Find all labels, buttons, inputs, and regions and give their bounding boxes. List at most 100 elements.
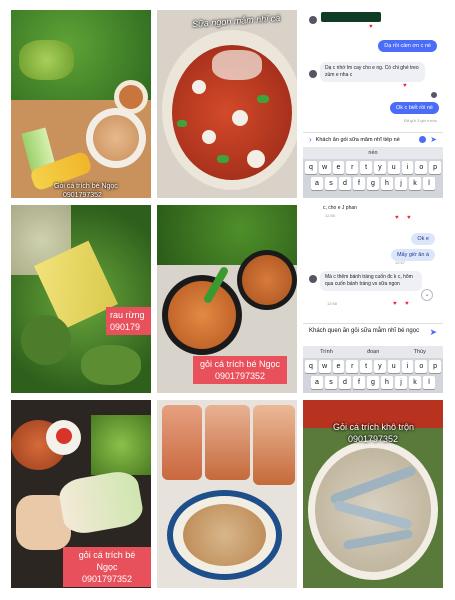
key[interactable]: l	[423, 376, 435, 389]
caption-name: Gỏi cá trích khô trộn	[333, 422, 415, 432]
key[interactable]: r	[346, 360, 359, 373]
avatar	[309, 70, 317, 78]
key[interactable]: q	[305, 360, 317, 373]
key[interactable]: w	[318, 161, 331, 174]
label-line: 0901797352	[214, 371, 266, 381]
chevron-right-icon[interactable]: ›	[309, 135, 312, 144]
send-icon[interactable]: ➤	[430, 135, 437, 144]
label-line: 0901797352	[81, 574, 133, 584]
caption-phone: 0901797352	[63, 192, 102, 198]
label-line: gỏi cá trích bé Ngọc	[199, 359, 281, 369]
photo-tile-fish-salad: Gỏi cá trích khô trộn 0901797352	[303, 400, 443, 588]
photo-tile-bowls: gỏi cá trích bé Ngọc 0901797352	[157, 205, 297, 393]
photo-tile-roll: gỏi cá trích bé Ngọc 0901797352	[11, 400, 151, 588]
photo-tile-herbs: rau rừng 090179	[11, 205, 151, 393]
keyboard-suggestion-bar[interactable]: Trình đoạn Thùy	[303, 346, 443, 358]
message-sent: Ok e	[411, 233, 435, 245]
keyboard: nèo q w e r t y u i o p a s d f g h j k …	[303, 147, 443, 198]
price-label: rau rừng 090179	[106, 307, 151, 335]
timestamp: 12:58	[327, 301, 338, 306]
avatar	[309, 275, 317, 283]
key[interactable]: t	[360, 161, 372, 174]
emoji-icon[interactable]	[419, 136, 427, 143]
keyboard-row-1: q w e r t y u i o p	[305, 161, 441, 174]
key[interactable]: j	[395, 376, 407, 389]
seen-status: Đã gửi 3 giờ trước	[403, 118, 437, 123]
key[interactable]: i	[401, 161, 414, 174]
message-received: Mà c thêm bánh tráng cuốn đc k c, hôm qu…	[320, 271, 422, 291]
chat-image-thumb	[321, 12, 381, 22]
heart-icon: ♥	[395, 215, 399, 221]
key[interactable]: a	[311, 376, 323, 389]
key[interactable]: j	[395, 177, 407, 190]
key[interactable]: u	[387, 360, 400, 373]
key[interactable]: l	[423, 177, 435, 190]
key[interactable]: f	[353, 376, 365, 389]
chat-screenshot-2: c, cho e J phan 12:56 ♥ ♥ Ok e Mấy giờ ă…	[303, 205, 443, 393]
heart-icon: ♥	[369, 24, 373, 30]
key[interactable]: f	[353, 177, 365, 190]
avatar	[309, 16, 317, 24]
suggestion[interactable]: Trình	[320, 349, 333, 355]
message-received: c, cho e J phan	[323, 205, 357, 211]
key[interactable]: y	[373, 161, 386, 174]
timestamp: 12:57	[394, 260, 405, 265]
suggestion[interactable]: nèo	[368, 150, 377, 156]
keyboard-row-2: a s d f g h j k l	[311, 376, 435, 389]
key[interactable]: i	[401, 360, 414, 373]
key[interactable]: d	[339, 177, 351, 190]
keyboard-row-1: q w e r t y u i o p	[305, 360, 441, 373]
photo-tile-platter: Gỏi cá trích bé Ngọc 0901797352	[11, 10, 151, 198]
key[interactable]: y	[373, 360, 386, 373]
key[interactable]: q	[305, 161, 317, 174]
message-input-text[interactable]: Khách quen ăn gỏi sữa mắm nhĩ bé ngọc	[309, 327, 425, 335]
key[interactable]: e	[332, 161, 345, 174]
message-received: Dạ c nhớ lm cay cho e ng. Có chi ghé tre…	[320, 62, 425, 82]
keyboard: Trình đoạn Thùy q w e r t y u i o p a s …	[303, 346, 443, 393]
key[interactable]: p	[429, 360, 441, 373]
message-input[interactable]: › Khách ăn gỏi sữa mắm nhĩ tiếp nè ➤	[303, 132, 443, 146]
avatar	[431, 92, 437, 98]
timestamp: 12:56	[325, 213, 336, 218]
key[interactable]: t	[360, 360, 372, 373]
key[interactable]: k	[409, 177, 421, 190]
key[interactable]: d	[339, 376, 351, 389]
price-label: gỏi cá trích bé Ngọc 0901797352	[193, 356, 287, 384]
label-line: rau rừng	[110, 310, 145, 320]
photo-tile-jars	[157, 400, 297, 588]
scroll-down-button[interactable]: ⌄	[421, 289, 433, 301]
key[interactable]: h	[381, 376, 393, 389]
heart-icon: ♥	[405, 301, 409, 307]
heart-icon: ♥	[403, 83, 407, 89]
key[interactable]: r	[346, 161, 359, 174]
suggestion[interactable]: đoạn	[367, 349, 379, 355]
chat-screenshot-1: ♥ Dạ rồi cảm ơn c nè Dạ c nhớ lm cay cho…	[303, 10, 443, 198]
suggestion[interactable]: Thùy	[414, 349, 426, 355]
key[interactable]: e	[332, 360, 345, 373]
key[interactable]: u	[387, 161, 400, 174]
key[interactable]: w	[318, 360, 331, 373]
label-line: gỏi cá trích bé Ngọc	[78, 550, 136, 572]
key[interactable]: o	[415, 161, 428, 174]
key[interactable]: g	[367, 376, 379, 389]
message-input[interactable]: Khách quen ăn gỏi sữa mắm nhĩ bé ngọc ➤	[303, 323, 443, 345]
keyboard-row-2: a s d f g h j k l	[311, 177, 435, 190]
message-sent: Ok c biết rồi nè	[390, 102, 439, 114]
photo-tile-sauce-bowl: Sữa ngon mắm nhĩ cá	[157, 10, 297, 198]
key[interactable]: s	[325, 177, 337, 190]
heart-icon: ♥	[393, 301, 397, 307]
price-label: gỏi cá trích bé Ngọc 0901797352	[63, 547, 151, 587]
caption-phone: 0901797352	[348, 434, 399, 444]
key[interactable]: s	[325, 376, 337, 389]
key[interactable]: p	[429, 161, 441, 174]
key[interactable]: o	[415, 360, 428, 373]
label-line: 090179	[110, 322, 141, 332]
send-icon[interactable]: ➤	[429, 327, 437, 338]
key[interactable]: g	[367, 177, 379, 190]
message-input-text[interactable]: Khách ăn gỏi sữa mắm nhĩ tiếp nè	[316, 137, 416, 143]
caption-name: Gỏi cá trích bé Ngọc	[54, 183, 118, 190]
key[interactable]: a	[311, 177, 323, 190]
key[interactable]: k	[409, 376, 421, 389]
keyboard-suggestion-bar[interactable]: nèo	[303, 147, 443, 159]
key[interactable]: h	[381, 177, 393, 190]
